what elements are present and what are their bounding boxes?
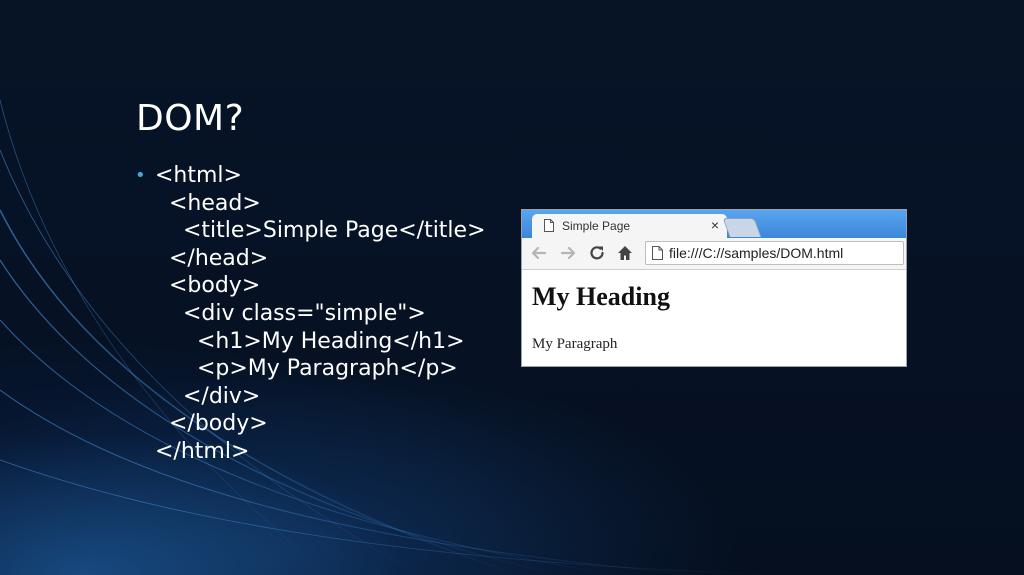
- new-tab-button[interactable]: [722, 218, 762, 237]
- code-line: <head>: [155, 190, 261, 216]
- code-line: </head>: [155, 245, 269, 271]
- reload-icon[interactable]: [588, 244, 606, 262]
- code-line: <html>: [155, 163, 242, 188]
- page-paragraph: My Paragraph: [532, 336, 618, 352]
- close-icon[interactable]: ×: [711, 217, 719, 233]
- browser-screenshot: Simple Page × file:///C://samples/DOM.ht…: [521, 209, 907, 367]
- code-line: <title>Simple Page</title>: [155, 218, 486, 244]
- page-icon: [652, 246, 663, 260]
- code-line: </html>: [155, 438, 250, 464]
- home-icon[interactable]: [616, 244, 634, 262]
- browser-page-content: My Heading My Paragraph: [522, 270, 906, 366]
- slide-title: DOM?: [136, 98, 245, 139]
- code-line: </body>: [155, 411, 268, 437]
- bullet-icon: •: [135, 165, 146, 186]
- address-bar[interactable]: file:///C://samples/DOM.html: [645, 241, 904, 265]
- browser-tab-bar: Simple Page ×: [522, 210, 906, 238]
- code-bullet-list: • <html> <head> <title>Simple Page</titl…: [135, 162, 486, 466]
- url-text: file:///C://samples/DOM.html: [669, 245, 844, 261]
- page-heading: My Heading: [532, 282, 670, 311]
- browser-tab[interactable]: Simple Page ×: [532, 214, 727, 238]
- code-line: </div>: [155, 383, 261, 409]
- code-line: <h1>My Heading</h1>: [155, 328, 465, 354]
- forward-arrow-icon[interactable]: [559, 244, 577, 262]
- code-line: <div class="simple">: [155, 300, 426, 326]
- page-icon: [544, 219, 554, 232]
- code-line: <body>: [155, 273, 261, 299]
- browser-toolbar: file:///C://samples/DOM.html: [522, 238, 906, 270]
- tab-title: Simple Page: [562, 219, 631, 233]
- back-arrow-icon[interactable]: [530, 244, 548, 262]
- code-line: <p>My Paragraph</p>: [155, 356, 458, 382]
